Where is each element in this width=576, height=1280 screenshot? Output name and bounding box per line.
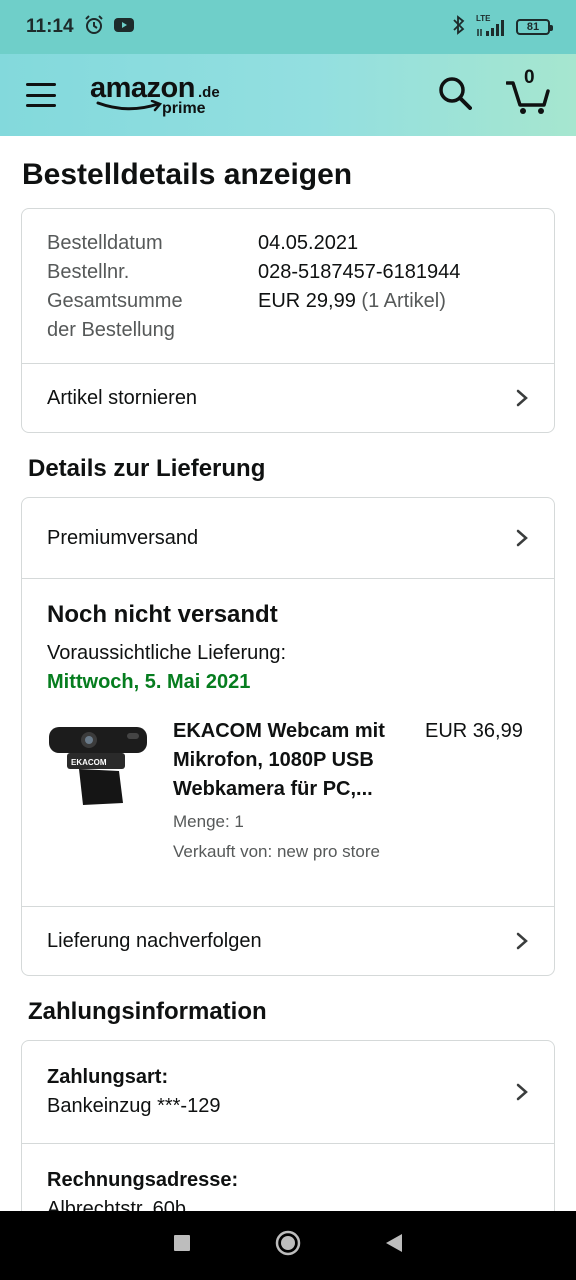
chevron-right-icon [516, 1083, 528, 1101]
search-icon[interactable] [438, 76, 472, 115]
chevron-right-icon [516, 932, 528, 950]
expected-delivery-label: Voraussichtliche Lieferung: [47, 642, 287, 664]
logo-prime: prime [162, 100, 206, 117]
back-triangle-icon[interactable] [385, 1233, 403, 1258]
logo-tld: .de [198, 84, 220, 101]
track-delivery-link[interactable]: Lieferung nachverfolgen [22, 906, 554, 975]
shipment-status: Noch nicht versandt [47, 601, 278, 628]
product-image[interactable]: EKACOM [47, 719, 153, 809]
cart-button[interactable]: 0 [505, 67, 550, 115]
chevron-right-icon [516, 389, 528, 407]
shipping-method-label: Premiumversand [47, 526, 199, 549]
signal-icon: LTE [476, 14, 506, 37]
order-summary-card: Bestelldatum 04.05.2021 Bestellnr. 028-5… [21, 208, 555, 433]
product-price: EUR 36,99 [425, 720, 523, 742]
order-total-label: Gesamtsumme der Bestellung [47, 290, 183, 341]
page-title: Bestelldetails anzeigen [22, 158, 353, 191]
product-quantity: Menge: 1 [173, 812, 244, 831]
expected-delivery-date: Mittwoch, 5. Mai 2021 [47, 671, 251, 693]
alarm-icon [84, 14, 104, 40]
home-circle-icon[interactable] [275, 1230, 301, 1261]
page-content: Bestelldetails anzeigen Bestelldatum 04.… [0, 136, 576, 1247]
cart-count: 0 [524, 67, 535, 88]
battery-level: 81 [526, 21, 540, 33]
product-image-brand: EKACOM [71, 758, 107, 767]
delivery-heading: Details zur Lieferung [28, 455, 266, 482]
order-item-count: (1 Artikel) [361, 290, 446, 312]
track-delivery-label: Lieferung nachverfolgen [47, 929, 262, 952]
payment-method-row[interactable]: Zahlungsart: Bankeinzug ***-129 [22, 1041, 554, 1143]
recents-square-icon[interactable] [173, 1234, 191, 1257]
system-nav-bar [0, 1211, 576, 1280]
hamburger-icon[interactable] [26, 83, 56, 107]
billing-address-label: Rechnungsadresse: [47, 1169, 239, 1191]
battery-icon: 81 [516, 19, 553, 35]
payment-method-value: Bankeinzug ***-129 [47, 1095, 221, 1117]
order-total-value: EUR 29,99 [258, 290, 356, 312]
order-total: EUR 29,99 (1 Artikel) [258, 287, 529, 345]
order-number-value: 028-5187457-6181944 [258, 261, 461, 283]
payment-heading: Zahlungsinformation [28, 998, 267, 1025]
order-date-value: 04.05.2021 [258, 232, 359, 254]
delivery-card: Premiumversand Noch nicht versandt Vorau… [21, 497, 555, 976]
status-bar: 11:14 LTE 81 [0, 0, 576, 54]
cancel-items-link[interactable]: Artikel stornieren [22, 363, 554, 432]
cancel-items-label: Artikel stornieren [47, 386, 198, 409]
order-number-label: Bestellnr. [47, 261, 130, 283]
order-item[interactable]: EKACOM EKACOM Webcam mit Mikrofon, 1080P… [47, 717, 529, 906]
product-name[interactable]: EKACOM Webcam mit Mikrofon, 1080P USB We… [173, 717, 409, 804]
smile-arrow-icon [96, 100, 163, 112]
bluetooth-icon [452, 14, 466, 40]
chevron-right-icon [516, 529, 528, 547]
status-time: 11:14 [26, 16, 74, 37]
payment-method-label: Zahlungsart: [47, 1066, 169, 1088]
youtube-icon [113, 17, 134, 38]
app-header: amazon .de prime 0 [0, 54, 576, 136]
shipping-method-link[interactable]: Premiumversand [22, 498, 554, 578]
shipment-section: Noch nicht versandt Voraussichtliche Lie… [22, 578, 554, 906]
amazon-prime-logo[interactable]: amazon .de prime [90, 70, 230, 120]
order-date-label: Bestelldatum [47, 232, 163, 254]
product-seller: Verkauft von: new pro store [173, 842, 380, 861]
